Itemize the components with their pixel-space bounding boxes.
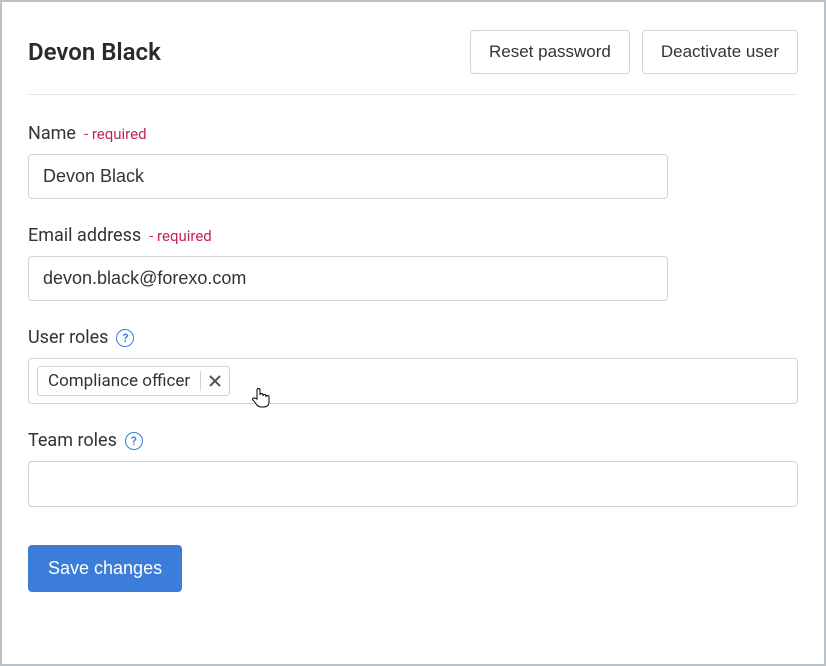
required-indicator: - required	[149, 227, 212, 245]
reset-password-button[interactable]: Reset password	[470, 30, 630, 74]
name-form-group: Name - required	[28, 123, 798, 199]
save-changes-button[interactable]: Save changes	[28, 545, 182, 592]
header-row: Devon Black Reset password Deactivate us…	[28, 30, 798, 74]
user-roles-text-input[interactable]	[236, 371, 789, 391]
name-label: Name	[28, 123, 76, 144]
user-roles-input[interactable]: Compliance officer	[28, 358, 798, 404]
user-roles-label-row: User roles ?	[28, 327, 798, 348]
email-label: Email address	[28, 225, 141, 246]
team-roles-label-row: Team roles ?	[28, 430, 798, 451]
required-indicator: - required	[84, 125, 147, 143]
deactivate-user-button[interactable]: Deactivate user	[642, 30, 798, 74]
help-icon[interactable]: ?	[116, 329, 134, 347]
close-icon	[209, 375, 221, 387]
divider	[28, 94, 798, 95]
role-tag-label: Compliance officer	[38, 367, 200, 395]
page-title: Devon Black	[28, 38, 161, 66]
user-edit-panel: Devon Black Reset password Deactivate us…	[2, 2, 824, 664]
user-roles-form-group: User roles ? Compliance officer	[28, 327, 798, 404]
help-icon[interactable]: ?	[125, 432, 143, 450]
team-roles-input[interactable]	[28, 461, 798, 507]
email-form-group: Email address - required	[28, 225, 798, 301]
name-input[interactable]	[28, 154, 668, 199]
role-tag: Compliance officer	[37, 366, 230, 396]
header-actions: Reset password Deactivate user	[470, 30, 798, 74]
team-roles-text-input[interactable]	[37, 474, 789, 494]
team-roles-label: Team roles	[28, 430, 117, 451]
name-label-row: Name - required	[28, 123, 798, 144]
email-label-row: Email address - required	[28, 225, 798, 246]
team-roles-form-group: Team roles ?	[28, 430, 798, 507]
remove-tag-button[interactable]	[200, 371, 229, 391]
user-roles-label: User roles	[28, 327, 108, 348]
email-input[interactable]	[28, 256, 668, 301]
